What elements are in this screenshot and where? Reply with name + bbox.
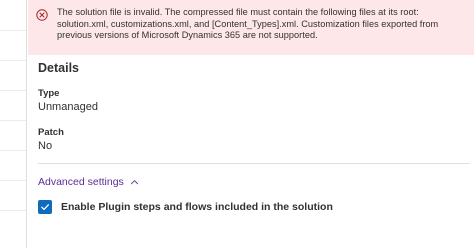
plugin-steps-checkbox[interactable] (38, 200, 52, 214)
chevron-up-icon (130, 179, 138, 184)
rail-divider (0, 60, 26, 61)
rail-divider (0, 150, 26, 151)
advanced-settings-toggle[interactable]: Advanced settings (38, 176, 139, 188)
import-details-panel: Details Type Unmanaged Patch No Advanced… (28, 55, 474, 248)
details-heading: Details (38, 61, 79, 75)
error-message-text: The solution file is invalid. The compre… (57, 7, 439, 41)
left-rail (0, 0, 27, 248)
error-circle-icon (36, 9, 48, 21)
plugin-steps-label: Enable Plugin steps and flows included i… (61, 201, 333, 213)
plugin-steps-option: Enable Plugin steps and flows included i… (38, 200, 333, 214)
rail-divider (0, 90, 26, 91)
patch-label: Patch (38, 127, 64, 138)
type-value: Unmanaged (38, 101, 98, 113)
rail-divider (0, 120, 26, 121)
advanced-settings-label: Advanced settings (38, 176, 124, 188)
checkmark-icon (41, 204, 50, 211)
error-message-bar: The solution file is invalid. The compre… (28, 0, 474, 55)
section-divider (38, 163, 470, 164)
rail-divider (0, 30, 26, 31)
rail-divider (0, 180, 26, 181)
patch-value: No (38, 140, 53, 152)
rail-divider (0, 210, 26, 211)
type-label: Type (38, 88, 60, 99)
